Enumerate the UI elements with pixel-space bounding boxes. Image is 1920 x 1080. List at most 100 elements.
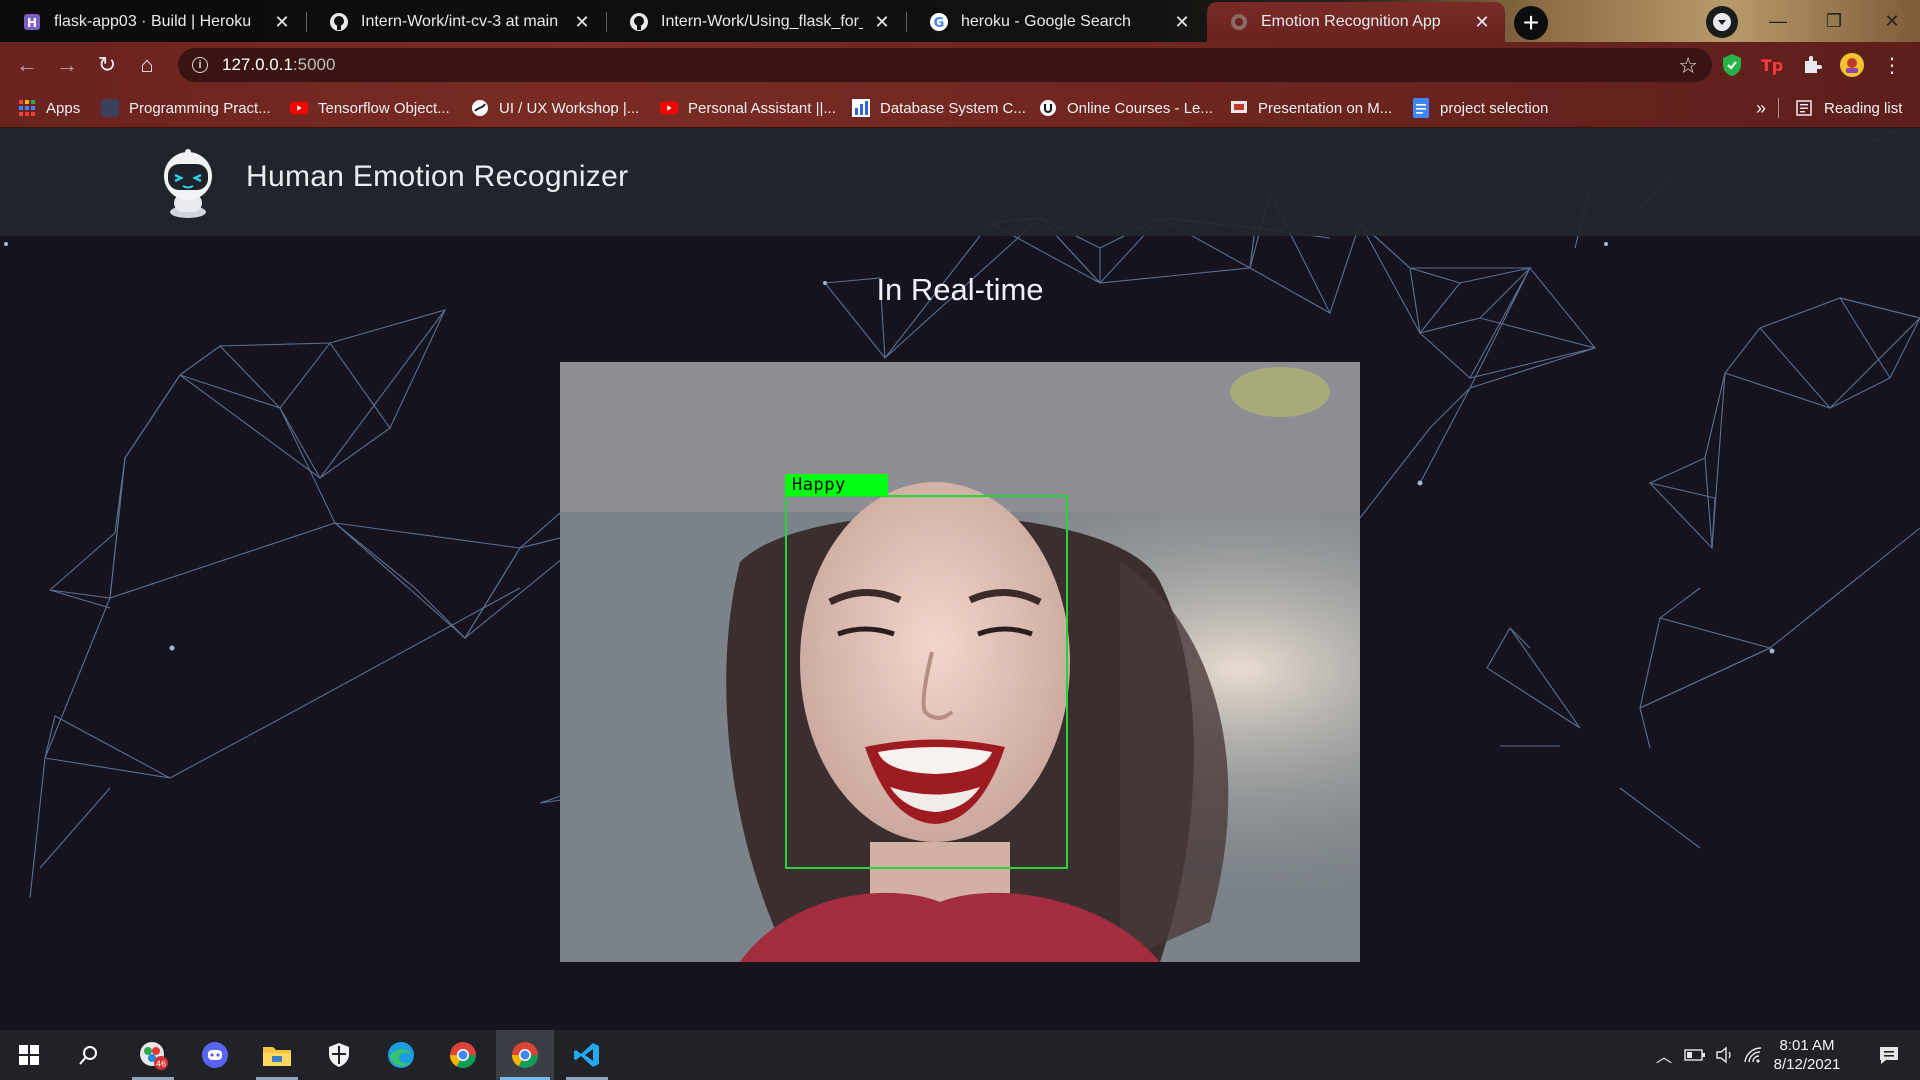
chat-app-icon[interactable]: 46 <box>124 1030 182 1080</box>
svg-text:G: G <box>934 16 945 31</box>
new-tab-button[interactable]: + <box>1514 6 1548 40</box>
github-icon <box>329 12 349 32</box>
clock-date: 8/12/2021 <box>1773 1056 1841 1073</box>
bookmark-star-icon[interactable]: ☆ <box>1678 53 1698 79</box>
shield-extension-icon[interactable] <box>1718 51 1746 79</box>
bookmark-programming-practice[interactable]: Programming Pract... <box>101 96 271 120</box>
home-icon[interactable]: ⌂ <box>131 49 163 81</box>
docs-icon <box>1412 98 1430 118</box>
bookmark-label: Tensorflow Object... <box>318 99 450 117</box>
extensions-puzzle-icon[interactable] <box>1798 51 1826 79</box>
github-icon <box>629 12 649 32</box>
browser-toolbar: ← → ↻ ⌂ i 127.0.0.1:5000 ☆ Tp ⋮ <box>0 42 1920 88</box>
notifications-icon[interactable] <box>1864 1030 1914 1080</box>
tab-label: heroku - Google Search <box>961 13 1131 30</box>
file-explorer-icon[interactable] <box>248 1030 306 1080</box>
close-icon[interactable]: ✕ <box>271 11 293 33</box>
reading-list-button[interactable]: Reading list <box>1796 96 1902 120</box>
url-port: :5000 <box>292 55 336 74</box>
bookmark-apps[interactable]: Apps <box>18 96 80 120</box>
clock-time: 8:01 AM <box>1779 1037 1835 1054</box>
more-bookmarks-button[interactable]: » <box>1756 96 1766 120</box>
chart-icon <box>852 99 870 117</box>
tab-search-icon[interactable] <box>1706 6 1738 38</box>
site-title: Human Emotion Recognizer <box>246 160 629 193</box>
bookmark-personal-assistant[interactable]: Personal Assistant ||... <box>660 96 836 120</box>
tab-emotion-recognition[interactable]: Emotion Recognition App ✕ <box>1207 2 1505 42</box>
youtube-icon <box>290 99 308 117</box>
google-icon: G <box>929 12 949 32</box>
site-header: Human Emotion Recognizer <box>0 128 1920 236</box>
search-icon[interactable] <box>60 1030 118 1080</box>
bookmark-database-system[interactable]: Database System C... <box>852 96 1026 120</box>
restore-icon[interactable]: ❐ <box>1804 0 1864 42</box>
tab-heroku-build[interactable]: H flask-app03 · Build | Heroku ✕ <box>0 2 305 42</box>
globe-icon <box>471 99 489 117</box>
bookmark-label: Programming Pract... <box>129 99 271 117</box>
reading-list-icon <box>1796 99 1814 117</box>
site-info-icon[interactable]: i <box>192 57 208 73</box>
chrome-icon[interactable] <box>434 1030 492 1080</box>
heroku-icon: H <box>22 12 42 32</box>
forward-icon[interactable]: → <box>51 49 83 81</box>
windows-start-icon[interactable] <box>0 1030 58 1080</box>
tab-label: flask-app03 · Build | Heroku <box>54 13 252 30</box>
window-close-icon[interactable]: ✕ <box>1862 0 1920 42</box>
bookmark-online-courses[interactable]: Online Courses - Le... <box>1039 96 1213 120</box>
emotion-label: Happy <box>785 474 888 496</box>
reload-icon[interactable]: ↻ <box>91 49 123 81</box>
url-text: 127.0.0.1:5000 <box>222 55 335 75</box>
reading-list-label: Reading list <box>1824 99 1903 117</box>
page-icon <box>1229 12 1249 32</box>
face-detection-box <box>785 495 1068 869</box>
webcam-video-feed: Happy <box>560 362 1360 962</box>
url-host: 127.0.0.1 <box>222 55 293 74</box>
svg-text:H: H <box>27 16 37 30</box>
notification-badge: 46 <box>156 1060 166 1069</box>
robot-logo-icon <box>164 149 212 218</box>
tab-label: Intern-Work/Using_flask_for_ML_ <box>661 13 863 30</box>
close-icon[interactable]: ✕ <box>571 11 593 33</box>
bookmark-presentation[interactable]: Presentation on M... <box>1230 96 1392 120</box>
youtube-icon <box>660 99 678 117</box>
bookmark-label: Personal Assistant ||... <box>688 99 836 117</box>
close-icon[interactable]: ✕ <box>1171 11 1193 33</box>
show-hidden-icons-chevron-up-icon[interactable]: ︿ <box>1650 1030 1678 1080</box>
udemy-icon <box>1039 99 1057 117</box>
bookmark-label: UI / UX Workshop |... <box>499 99 640 117</box>
bookmark-tensorflow-object[interactable]: Tensorflow Object... <box>290 96 450 120</box>
minimize-icon[interactable]: — <box>1748 0 1808 42</box>
bookmark-label: Apps <box>46 99 81 117</box>
tab-github-int-cv-3[interactable]: Intern-Work/int-cv-3 at main · Ar ✕ <box>307 2 605 42</box>
apps-grid-icon <box>18 99 36 117</box>
edge-browser-icon[interactable] <box>372 1030 430 1080</box>
volume-icon[interactable] <box>1710 1030 1740 1080</box>
tab-google-search[interactable]: G heroku - Google Search ✕ <box>907 2 1205 42</box>
system-clock[interactable]: 8:01 AM 8/12/2021 <box>1762 1036 1852 1074</box>
back-icon[interactable]: ← <box>11 49 43 81</box>
tab-label: Intern-Work/int-cv-3 at main · Ar <box>361 13 563 30</box>
windows-taskbar: 46 ︿ 8:01 AM 8/12/2021 <box>0 1030 1920 1080</box>
chrome-active-icon[interactable] <box>496 1030 554 1080</box>
bookmark-ui-ux-workshop[interactable]: UI / UX Workshop |... <box>471 96 639 120</box>
bookmark-divider <box>1778 98 1779 118</box>
tp-extension-icon[interactable]: Tp <box>1758 51 1786 79</box>
address-bar[interactable]: i 127.0.0.1:5000 ☆ <box>178 48 1712 82</box>
profile-avatar-icon[interactable] <box>1838 51 1866 79</box>
browser-titlebar: H flask-app03 · Build | Heroku ✕ Intern-… <box>0 0 1920 42</box>
bookmark-label: Online Courses - Le... <box>1067 99 1213 117</box>
bookmark-label: Presentation on M... <box>1258 99 1393 117</box>
bookmark-project-selection[interactable]: project selection <box>1412 96 1548 120</box>
discord-icon[interactable] <box>186 1030 244 1080</box>
vscode-icon[interactable] <box>558 1030 616 1080</box>
close-icon[interactable]: ✕ <box>1471 11 1493 33</box>
menu-kebab-icon[interactable]: ⋮ <box>1878 51 1906 79</box>
svg-text:Tp: Tp <box>1761 56 1783 75</box>
battery-icon[interactable] <box>1680 1030 1710 1080</box>
security-shield-icon[interactable] <box>310 1030 368 1080</box>
slides-icon <box>1230 99 1248 117</box>
tab-github-using-flask[interactable]: Intern-Work/Using_flask_for_ML_ ✕ <box>607 2 905 42</box>
close-icon[interactable]: ✕ <box>871 11 893 33</box>
page-content: Human Emotion Recognizer In Real-time Ha… <box>0 128 1920 1030</box>
bookmark-label: project selection <box>1440 99 1549 117</box>
